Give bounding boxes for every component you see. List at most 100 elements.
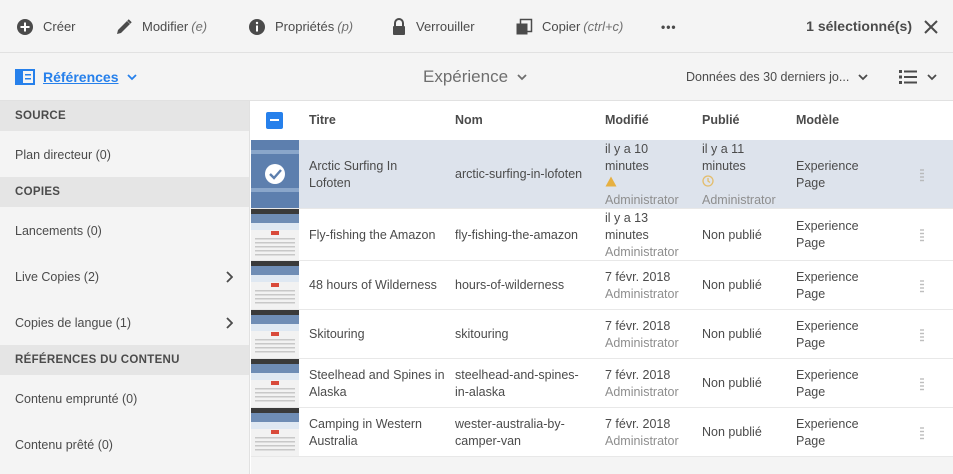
close-icon[interactable]	[921, 17, 941, 37]
header-bar: Références Expérience Données des 30 der…	[0, 53, 953, 101]
sidebar-item-label: Live Copies (2)	[15, 270, 100, 284]
cell-line: 7 févr. 2018	[605, 270, 671, 284]
cell-author: Administrator	[605, 245, 679, 259]
cell-line: fly-fishing-the-amazon	[455, 228, 578, 242]
properties-button[interactable]: Propriétés (p)	[248, 0, 353, 53]
sidebar-item-launches[interactable]: Lancements (0)	[0, 208, 249, 254]
column-header-title[interactable]: Titre	[309, 101, 336, 140]
column-header-modified[interactable]: Modifié	[605, 101, 649, 140]
view-switcher-button[interactable]	[899, 53, 937, 100]
cell-line: Page	[796, 434, 826, 448]
check-circle-icon[interactable]	[251, 140, 299, 208]
selection-count: 1 sélectionné(s)	[806, 18, 912, 34]
sidebar-item-borrowed-content[interactable]: Contenu emprunté (0)	[0, 376, 249, 422]
date-filter-select[interactable]: Données des 30 derniers jo...	[686, 53, 868, 100]
edit-shortcut: (e)	[191, 19, 208, 34]
cell-modified: il y a 13 minutes Administrator	[605, 210, 679, 261]
page-title[interactable]: Expérience	[423, 53, 527, 100]
lock-button[interactable]: Verrouiller	[391, 0, 475, 53]
sidebar-item-language-copies[interactable]: Copies de langue (1)	[0, 300, 249, 346]
rail-icon	[15, 68, 35, 85]
clock-icon	[702, 175, 776, 192]
cell-line: il y a 13	[605, 211, 649, 225]
copy-shortcut: (ctrl+c)	[583, 19, 624, 34]
drag-handle-icon[interactable]	[920, 328, 924, 345]
page-thumbnail	[251, 209, 299, 260]
table-row[interactable]: Fly-fishing the Amazon fly-fishing-the-am…	[251, 209, 953, 261]
table-row[interactable]: Steelhead and Spines in Alaska steelhead-a…	[251, 359, 953, 408]
cell-line: wester-australia-by-	[455, 417, 565, 431]
cell-title: Skitouring	[309, 326, 365, 343]
column-header-published[interactable]: Publié	[702, 101, 740, 140]
cell-template: Experience Page	[796, 158, 859, 192]
copy-icon	[516, 18, 533, 34]
select-all-checkbox[interactable]	[266, 112, 283, 129]
cell-line: Non publié	[702, 278, 762, 292]
chevron-right-icon	[226, 317, 233, 329]
column-header-template[interactable]: Modèle	[796, 101, 839, 140]
cell-published: Non publié	[702, 424, 762, 441]
thumbnail	[251, 310, 299, 358]
copy-label: Copier	[542, 19, 581, 34]
column-header-name[interactable]: Nom	[455, 101, 483, 140]
cell-line: Non publié	[702, 376, 762, 390]
table-row[interactable]: Arctic Surfing In Lofoten arctic-surfing-i…	[251, 140, 953, 209]
sidebar-item-label: Plan directeur (0)	[15, 148, 111, 162]
sidebar-item-label: Copies de langue (1)	[15, 316, 132, 330]
cell-author: Administrator	[702, 193, 776, 207]
drag-handle-icon[interactable]	[920, 377, 924, 394]
sidebar-item-label: Lancements (0)	[15, 224, 102, 238]
more-actions-button[interactable]: •••	[661, 0, 677, 53]
drag-handle-icon[interactable]	[920, 426, 924, 443]
table-row[interactable]: Skitouring skitouring 7 févr. 2018 Administ…	[251, 310, 953, 359]
sidebar-item-lent-content[interactable]: Contenu prêté (0)	[0, 422, 249, 468]
cell-published: Non publié	[702, 326, 762, 343]
lock-label: Verrouiller	[416, 19, 475, 34]
drag-handle-icon[interactable]	[920, 228, 924, 245]
properties-label: Propriétés	[275, 19, 335, 34]
rail-toggle-button[interactable]: Références	[15, 53, 137, 100]
cell-line: Arctic Surfing In	[309, 159, 398, 173]
cell-line: skitouring	[455, 327, 509, 341]
drag-handle-icon[interactable]	[920, 279, 924, 296]
cell-line: Page	[796, 236, 826, 250]
cell-line: Camping in Western	[309, 417, 423, 431]
cell-name: steelhead-and-spines-in-alaska	[455, 367, 579, 401]
references-rail: SOURCE Plan directeur (0) COPIES Lanceme…	[0, 101, 250, 474]
cell-published: il y a 11 minutes Administrator	[702, 141, 776, 209]
edit-button[interactable]: Modifier (e)	[115, 0, 207, 53]
cell-name: arctic-surfing-in-lofoten	[455, 166, 582, 183]
properties-shortcut: (p)	[337, 19, 354, 34]
chevron-down-icon	[858, 73, 868, 80]
table-row[interactable]: 48 hours of Wilderness hours-of-wildernes…	[251, 261, 953, 310]
cell-modified: 7 févr. 2018 Administrator	[605, 416, 679, 450]
cell-line: 48 hours of Wilderness	[309, 278, 437, 292]
sidebar-item-blueprint[interactable]: Plan directeur (0)	[0, 132, 249, 178]
create-button[interactable]: Créer	[16, 0, 76, 53]
warning-icon	[605, 175, 679, 192]
cell-line: Non publié	[702, 327, 762, 341]
cell-name: wester-australia-by-camper-van	[455, 416, 565, 450]
sidebar-item-live-copies[interactable]: Live Copies (2)	[0, 254, 249, 300]
copy-button[interactable]: Copier (ctrl+c)	[515, 0, 623, 53]
cell-line: Steelhead and Spines in	[309, 368, 445, 382]
action-bar: Créer Modifier (e) Propriétés (p) Verrouil…	[0, 0, 953, 53]
pencil-icon	[117, 18, 132, 34]
page-title-label: Expérience	[423, 66, 509, 86]
table-row[interactable]: Camping in Western Australia wester-austra…	[251, 408, 953, 457]
cell-line: minutes	[702, 159, 746, 173]
cell-line: 7 févr. 2018	[605, 368, 671, 382]
sidebar-item-label: Contenu emprunté (0)	[15, 392, 138, 406]
drag-handle-icon[interactable]	[920, 168, 924, 185]
cell-line: Alaska	[309, 385, 347, 399]
cell-line: minutes	[605, 228, 649, 242]
cell-line: Page	[796, 385, 826, 399]
pages-table: Titre Nom Modifié Publié Modèle Arctic S…	[251, 101, 953, 474]
chevron-down-icon	[517, 73, 527, 80]
cell-modified: 7 févr. 2018 Administrator	[605, 318, 679, 352]
chevron-right-icon	[226, 271, 233, 283]
info-icon	[249, 18, 265, 35]
cell-author: Administrator	[605, 287, 679, 301]
cell-author: Administrator	[605, 434, 679, 448]
rail-label: Références	[43, 68, 119, 85]
